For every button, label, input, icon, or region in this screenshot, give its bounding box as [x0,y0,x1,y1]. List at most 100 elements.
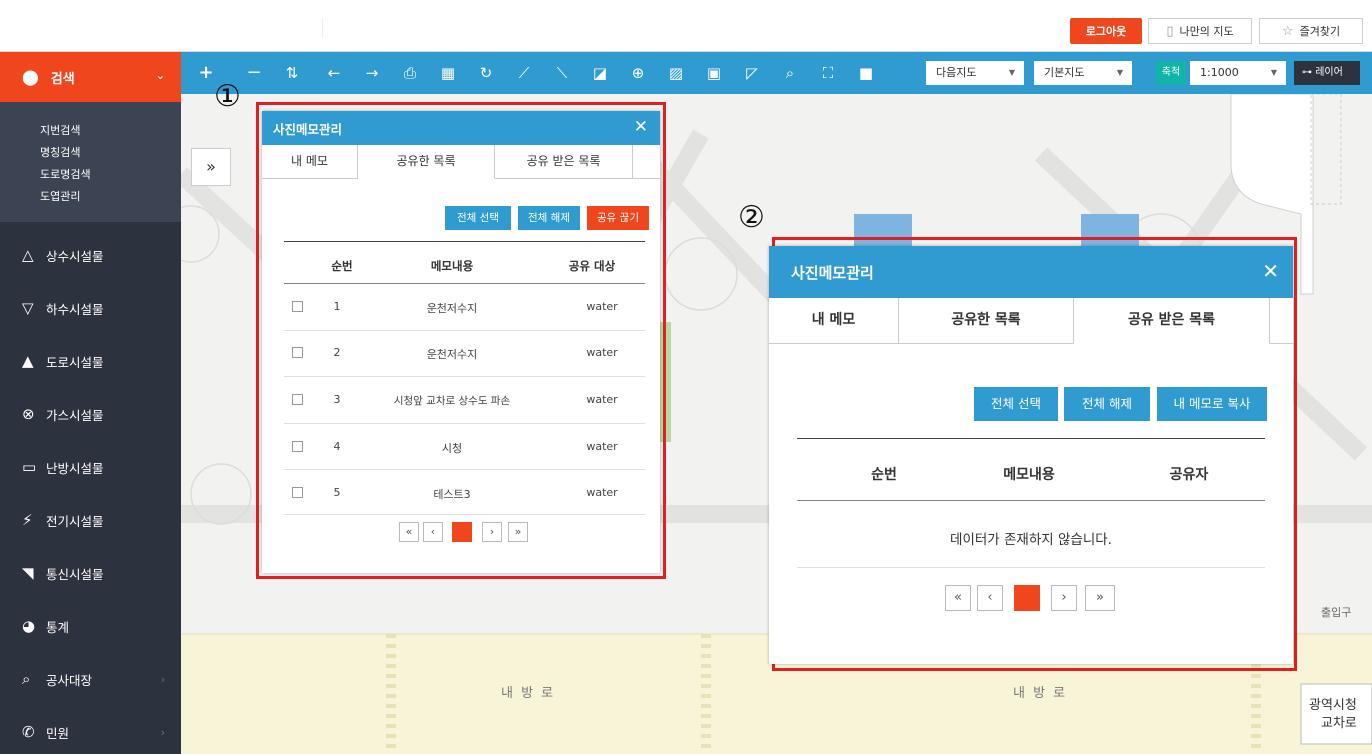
polygon-icon[interactable]: ◸ [741,62,763,84]
next-page-button[interactable]: › [482,522,502,542]
tab-received-list[interactable]: 공유 받은 목록 [495,145,633,178]
favorites-button[interactable]: ☆ 즐겨찾기 [1259,18,1363,44]
print-icon[interactable]: ⎙ [399,62,421,84]
top-header: 로그아웃 ▯ 나만의 지도 ☆ 즐겨찾기 [0,0,1372,52]
row-checkbox[interactable] [292,487,303,498]
sidebar-item-construction-ledger[interactable]: ⌕ 공사대장 › [0,664,181,694]
current-page-button[interactable]: 1 [1014,585,1040,611]
tab-shared-list[interactable]: 공유한 목록 [358,145,495,179]
sidebar-item-label: 난방시설물 [46,460,104,476]
row-divider [284,514,645,515]
forward-arrow-icon[interactable]: → [361,62,383,84]
row-number: 4 [333,440,341,453]
select-all-button[interactable]: 전체 선택 [974,387,1058,421]
empty-message: 데이터가 존재하지 않습니다. [950,532,1112,548]
intersection-label: 교차로 [1321,716,1357,731]
submenu-sheet-management[interactable]: 도엽관리 [0,186,181,208]
row-checkbox[interactable] [292,347,303,358]
sidebar-item-sewer-facility[interactable]: ▽ 하수시설물 [0,293,181,323]
submenu-lot-search[interactable]: 지번검색 [0,120,181,142]
current-page-button[interactable]: 1 [452,522,472,542]
tab-my-memo[interactable]: 내 메모 [262,145,358,178]
tab-shared-list[interactable]: 공유한 목록 [899,298,1074,343]
location-icon[interactable]: ⊕ [627,62,649,84]
column-header: 메모내용 [430,259,474,273]
row-checkbox[interactable] [292,394,303,405]
panel-title: 사진메모관리 [273,121,343,137]
row-target: water [586,393,618,406]
tab-received-list[interactable]: 공유 받은 목록 [1074,298,1270,344]
maptype-select[interactable]: 기본지도 ▼ [1034,61,1132,85]
table-top-border [797,438,1265,439]
row-checkbox[interactable] [292,441,303,452]
search-icon[interactable]: ⌕ [779,62,801,84]
first-page-button[interactable]: « [945,585,971,611]
tab-my-memo[interactable]: 내 메모 [769,298,899,343]
sidebar-item-label: 상수시설물 [46,248,104,264]
wifi-icon: ◥ [22,564,34,582]
row-number: 5 [333,486,341,499]
sidebar-item-electric-facility[interactable]: ⚡ 전기시설물 [0,505,181,535]
measure-line-icon[interactable]: ⟍ [551,62,573,84]
row-divider [284,423,645,424]
panel-header: 사진메모관리 ✕ [262,111,660,145]
submenu-road-name-search[interactable]: 도로명검색 [0,164,181,186]
my-map-button[interactable]: ▯ 나만의 지도 [1148,18,1252,44]
submenu-name-search[interactable]: 명칭검색 [0,142,181,164]
pan-icon[interactable]: ⇅ [281,62,303,84]
expand-panel-button[interactable]: » [191,148,231,186]
prev-page-button[interactable]: ‹ [423,522,443,542]
column-header: 공유 대상 [568,259,616,273]
last-page-button[interactable]: » [1085,585,1115,611]
first-page-button[interactable]: « [399,522,419,542]
close-icon[interactable]: ✕ [1262,259,1279,283]
column-header: 메모내용 [1003,467,1055,483]
sidebar-item-heating-facility[interactable]: ▭ 난방시설물 [0,452,181,482]
row-checkbox[interactable] [292,301,303,312]
sidebar-item-label: 통계 [46,619,70,635]
copy-to-my-memo-button[interactable]: 내 메모로 복사 [1157,387,1267,421]
basemap-select[interactable]: 다음지도 ▼ [926,61,1024,85]
grid-icon[interactable]: ▦ [437,62,459,84]
edit-area-icon[interactable]: ◪ [589,62,611,84]
image-icon[interactable]: ▨ [665,62,687,84]
photo-memo-icon[interactable]: ▣ [703,62,725,84]
next-page-button[interactable]: › [1051,585,1077,611]
back-arrow-icon[interactable]: ← [323,62,345,84]
sidebar-item-road-facility[interactable]: ▲ 도로시설물 [0,346,181,376]
camera-icon[interactable]: ■ [855,62,877,84]
unshare-button[interactable]: 공유 끊기 [587,206,649,230]
sidebar-item-telecom-facility[interactable]: ◥ 통신시설물 [0,558,181,588]
fullscreen-icon[interactable]: ⛶ [817,62,839,84]
chevron-right-icon: › [160,725,165,739]
sidebar-item-search[interactable]: ⬤ 검색 ⌄ [0,52,181,102]
maptype-select-value: 기본지도 [1044,66,1085,79]
refresh-icon[interactable]: ↻ [475,62,497,84]
layer-button[interactable]: ⊶ 레이어 [1294,61,1360,85]
deselect-all-button[interactable]: 전체 해제 [518,206,580,230]
road-label: 내 방 로 [501,686,556,701]
row-memo: 테스트3 [433,488,471,501]
row-target: water [586,300,618,313]
location-pin-icon: ⬤ [22,68,39,86]
ruler-icon[interactable]: ⟋ [513,62,535,84]
deselect-all-button[interactable]: 전체 해제 [1064,387,1150,421]
sidebar-item-label: 가스시설물 [46,407,104,423]
logout-button[interactable]: 로그아웃 [1070,18,1142,44]
electric-icon: ⚡ [22,511,33,529]
last-page-button[interactable]: » [508,522,528,542]
row-memo: 시청앞 교차로 상수도 파손 [393,395,511,407]
prev-page-button[interactable]: ‹ [977,585,1003,611]
sidebar-item-water-facility[interactable]: △ 상수시설물 [0,240,181,270]
sidebar-item-civil-complaint[interactable]: ✆ 민원 › [0,717,181,747]
sidebar-item-gas-facility[interactable]: ⊗ 가스시설물 [0,399,181,429]
sidebar: ⬤ 검색 ⌄ 지번검색 명칭검색 도로명검색 도엽관리 △ 상수시설물 ▽ 하수… [0,52,181,754]
close-icon[interactable]: ✕ [634,117,648,137]
map-toolbar: + − ⇅ ← → ⎙ ▦ ↻ ⟋ ⟍ ◪ ⊕ ▨ ▣ ◸ ⌕ ⛶ ■ 다음지도… [181,52,1372,94]
row-divider [797,567,1265,568]
select-all-button[interactable]: 전체 선택 [445,206,511,230]
zoom-out-icon[interactable]: − [243,62,265,84]
sidebar-item-statistics[interactable]: ◕ 통계 [0,611,181,641]
row-divider [284,330,645,331]
scale-select[interactable]: 1:1000 ▼ [1190,61,1286,85]
